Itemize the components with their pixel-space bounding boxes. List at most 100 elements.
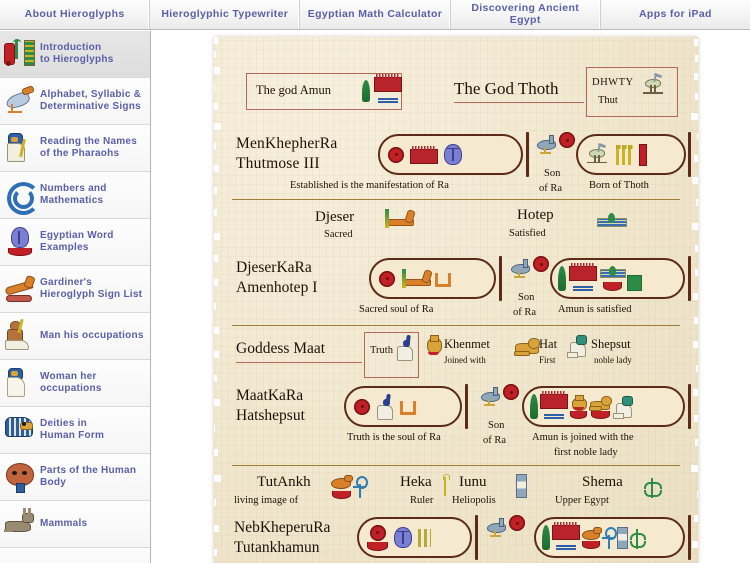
dhwty-label-box xyxy=(586,67,678,117)
son-of-ra-glyph-group-3 xyxy=(480,384,519,406)
tutankhamun-prenomen-cartouche xyxy=(357,517,472,558)
water-n-glyph xyxy=(573,283,593,292)
ankh-glyph xyxy=(353,475,368,498)
three-strokes-glyph xyxy=(418,528,431,547)
reed-feather-glyph xyxy=(362,79,370,102)
amenhotep-birth-name: Amenhotep I xyxy=(236,279,318,296)
duck-sa-glyph xyxy=(480,386,502,406)
khenmet-meaning: Joined with xyxy=(444,355,486,365)
nav-tab-apps-for-ipad[interactable]: Apps for iPad xyxy=(601,0,750,29)
heka-word: Heka xyxy=(400,474,432,490)
men-board-glyph xyxy=(374,74,402,92)
sidebar-item-label: Deities in Human Form xyxy=(40,418,110,443)
cartouche-bar xyxy=(688,515,692,560)
thoth-ibis-glyph xyxy=(642,72,664,101)
sidebar-label-line2: Examples xyxy=(40,242,89,253)
thutmose-nomen-cartouche xyxy=(576,134,686,175)
sidebar-item-label: Mammals xyxy=(40,518,93,531)
sidebar-label-line1: Introduction xyxy=(40,41,102,53)
sidebar-label-line2: to Hieroglyphs xyxy=(40,54,114,65)
red-bar-glyph xyxy=(639,143,647,166)
sidebar-item-reading-the-names-of-the-pharaohs[interactable]: Reading the Names of the Pharaohs xyxy=(0,125,150,172)
sidebar-item-introduction-to-hieroglyphs[interactable]: Introduction to Hieroglyphs xyxy=(0,31,150,78)
djeser-arm-glyph xyxy=(401,269,433,288)
serpent-glyph-icon xyxy=(0,267,40,311)
sidebar-item-woman-her-occupations[interactable]: Woman her occupations xyxy=(0,360,150,407)
sidebar-item-man-his-occupations[interactable]: Man his occupations xyxy=(0,313,150,360)
duck-sa-glyph xyxy=(510,258,532,278)
ibis-on-perch-glyph xyxy=(586,142,610,166)
section-divider xyxy=(232,199,680,200)
content-area: The god Amun The God Thoth DHWTY Thut Me… xyxy=(206,32,706,563)
sidebar-item-label: Gardiner's Hieroglyph Sign List xyxy=(40,277,148,302)
bowl-glyph xyxy=(570,410,587,419)
sidebar-item-gardiners-hieroglyph-sign-list[interactable]: Gardiner's Hieroglyph Sign List xyxy=(0,266,150,313)
nav-tab-egyptian-math-calculator[interactable]: Egyptian Math Calculator xyxy=(300,0,451,29)
sidebar-item-egyptian-word-examples[interactable]: Egyptian Word Examples xyxy=(0,219,150,266)
sidebar-item-mammals[interactable]: Mammals xyxy=(0,501,150,548)
hotep-word: Hotep xyxy=(517,207,554,223)
thoth-title-underline xyxy=(454,102,584,103)
ka-arms-glyph xyxy=(400,399,416,415)
heka-crook-glyph xyxy=(442,474,450,501)
top-navigation-bar: About Hieroglyphs Hieroglyphic Typewrite… xyxy=(0,0,750,30)
hotep-meaning: Satisfied xyxy=(509,228,546,239)
reed-feather-glyph xyxy=(558,266,566,291)
son-of-ra-label-line1: Son xyxy=(488,420,505,431)
iunu-pillar-glyph xyxy=(617,526,628,549)
sidebar-label-line1: Alphabet, Syllabic & xyxy=(40,88,142,100)
sidebar-item-partial-next[interactable] xyxy=(0,548,150,563)
tutankh-meaning: living image of xyxy=(234,495,299,506)
reed-feather-glyph xyxy=(530,394,538,419)
men-board-glyph xyxy=(552,521,580,540)
cartouche-bar xyxy=(465,384,469,429)
son-of-ra-label-line1: Son xyxy=(544,168,561,179)
sidebar-item-deities-in-human-form[interactable]: Deities in Human Form xyxy=(0,407,150,454)
hatshepsut-nomen-cartouche xyxy=(522,386,685,427)
nav-tab-discovering-ancient-egypt[interactable]: Discovering Ancient Egypt xyxy=(451,0,601,29)
son-of-ra-glyph-group-1 xyxy=(536,132,575,154)
sidebar-label-line2: Body xyxy=(40,477,66,488)
amenhotep-prenomen-cartouche xyxy=(369,258,496,299)
shema-word: Shema xyxy=(582,474,623,490)
nav-tab-about-hieroglyphs[interactable]: About Hieroglyphs xyxy=(0,0,151,29)
bird-glyph-icon xyxy=(0,79,40,123)
bowl-glyph xyxy=(331,491,351,499)
tutankh-glyph-group xyxy=(331,474,368,499)
sidebar-label-line1: Gardiner's xyxy=(40,276,93,288)
sun-ra-glyph xyxy=(533,256,549,272)
thutmose-prenomen-cartouche xyxy=(378,134,523,175)
shepsut-word: Shepsut xyxy=(591,337,631,351)
sidebar-label-line2: Mathematics xyxy=(40,195,104,206)
sidebar-item-numbers-and-mathematics[interactable]: Numbers and Mathematics xyxy=(0,172,150,219)
sidebar-item-label: Reading the Names of the Pharaohs xyxy=(40,136,143,161)
water-n-glyph xyxy=(378,96,398,104)
shepsut-meaning: noble lady xyxy=(594,355,632,365)
iunu-pillar-glyph xyxy=(516,474,527,503)
thoth-title: The God Thoth xyxy=(454,79,559,98)
sidebar-item-label: Egyptian Word Examples xyxy=(40,230,120,255)
amun-label-text: The god Amun xyxy=(256,83,331,97)
goddess-maat-title: Goddess Maat xyxy=(236,340,326,357)
green-block-glyph xyxy=(627,274,642,291)
sidebar-label-line1: Woman her xyxy=(40,370,97,382)
sidebar-item-parts-of-the-human-body[interactable]: Parts of the Human Body xyxy=(0,454,150,501)
sidebar-item-label: Parts of the Human Body xyxy=(40,465,142,490)
tutankhamun-birth-name: Tutankhamun xyxy=(234,539,320,556)
duck-sa-glyph xyxy=(486,517,508,537)
sedge-plant-glyph xyxy=(644,478,662,503)
heka-meaning: Ruler xyxy=(410,495,434,506)
dhwty-pronunciation: Thut xyxy=(598,95,618,106)
hatshepsut-prenomen-cartouche xyxy=(344,386,462,427)
hatshepsut-nomen-caption-line2: first noble lady xyxy=(554,447,618,458)
hat-word: Hat xyxy=(539,337,558,351)
cartouche-bar xyxy=(688,132,692,177)
sidebar-label-line2: Determinative Signs xyxy=(40,101,141,112)
sidebar-item-alphabet-syllabic-determinative-signs[interactable]: Alphabet, Syllabic & Determinative Signs xyxy=(0,78,150,125)
quail-chick-glyph xyxy=(331,474,353,490)
sidebar-item-label: Man his occupations xyxy=(40,330,150,343)
son-of-ra-glyph-group-2 xyxy=(510,256,549,278)
sidebar-item-label: Woman her occupations xyxy=(40,371,108,396)
nav-tab-hieroglyphic-typewriter[interactable]: Hieroglyphic Typewriter xyxy=(150,0,301,29)
amenhotep-nomen-cartouche xyxy=(550,258,685,299)
